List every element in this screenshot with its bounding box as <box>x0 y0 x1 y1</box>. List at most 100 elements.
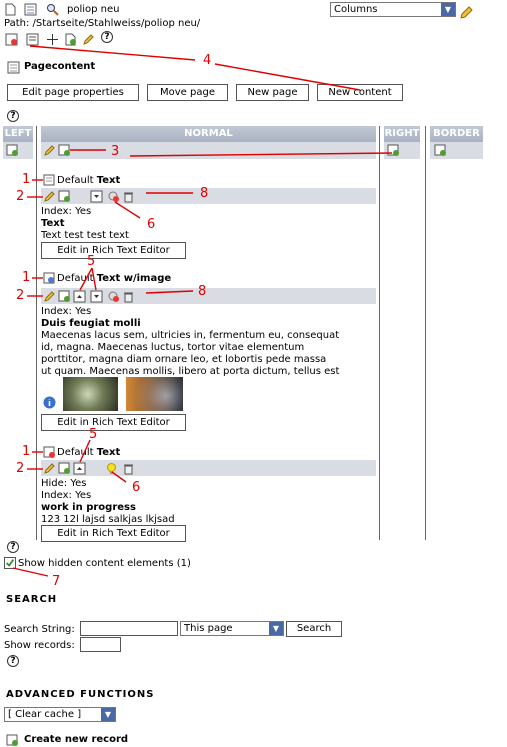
element-body-line: Maecenas lacus sem, ultricies in, fermen… <box>41 330 340 341</box>
help-icon[interactable]: ? <box>7 110 19 122</box>
edit-page-properties-button[interactable]: Edit page properties <box>7 84 139 101</box>
element-hide-status: Hide: Yes <box>41 478 87 489</box>
element-toolbar <box>41 460 376 476</box>
annotation-number: 7 <box>52 574 61 589</box>
column-border-header: BORDER <box>430 126 483 142</box>
pagecontent-icon <box>7 61 20 74</box>
hide-icon[interactable] <box>107 290 120 303</box>
page-icon <box>5 3 16 16</box>
annotation-number: 8 <box>200 186 209 201</box>
new-content-icon[interactable] <box>58 462 71 475</box>
edit-pencil-icon[interactable] <box>43 290 56 303</box>
new-content-button[interactable]: New content <box>317 84 403 101</box>
delete-icon[interactable] <box>122 290 135 303</box>
new-content-icon[interactable] <box>387 144 400 157</box>
page-info-icon[interactable] <box>26 33 39 46</box>
show-records-label: Show records: <box>4 640 75 651</box>
search-button[interactable]: Search <box>286 621 342 637</box>
annotation-number: 2 <box>16 461 25 476</box>
chevron-down-icon: ▼ <box>441 3 455 16</box>
annotation-number: 4 <box>203 53 212 68</box>
move-down-icon[interactable] <box>90 190 103 203</box>
annotation-number: 8 <box>198 284 207 299</box>
new-page-icon[interactable] <box>64 33 77 46</box>
element-body: Text test test text <box>41 230 129 241</box>
move-page-button[interactable]: Move page <box>147 84 228 101</box>
content-type-icon[interactable] <box>43 174 56 187</box>
new-content-icon[interactable] <box>6 144 19 157</box>
hide-icon[interactable] <box>107 190 120 203</box>
chevron-down-icon: ▼ <box>269 622 283 635</box>
rte-edit-button[interactable]: Edit in Rich Text Editor <box>41 414 186 431</box>
view-mode-value: Columns <box>334 4 378 15</box>
annotation-arrow-6 <box>114 201 141 219</box>
rte-edit-button[interactable]: Edit in Rich Text Editor <box>41 525 186 542</box>
edit-pencil-icon[interactable] <box>43 144 56 157</box>
search-section-title: SEARCH <box>6 594 58 605</box>
new-page-button[interactable]: New page <box>236 84 309 101</box>
help-icon[interactable]: ? <box>7 541 19 553</box>
section-title: Pagecontent <box>24 61 96 72</box>
annotation-number: 6 <box>132 480 141 495</box>
thumbnail-image <box>126 377 183 411</box>
move-down-icon[interactable] <box>90 290 103 303</box>
view-mode-select[interactable]: Columns ▼ <box>330 2 456 17</box>
search-input[interactable] <box>80 621 178 636</box>
content-type-label: Default Text <box>57 447 121 458</box>
new-content-icon[interactable] <box>58 290 71 303</box>
element-index: Index: Yes <box>41 490 92 501</box>
delete-icon[interactable] <box>122 462 135 475</box>
edit-pencil-icon[interactable] <box>43 462 56 475</box>
chevron-down-icon: ▼ <box>101 708 115 721</box>
element-body-line: id, magna. Maecenas luctus, tortor vitae… <box>41 342 305 353</box>
annotation-number: 2 <box>16 288 25 303</box>
create-record-link[interactable]: Create new record <box>24 734 128 746</box>
column-right-header: RIGHT <box>384 126 420 142</box>
page-title: poliop neu <box>67 4 120 15</box>
checkmark-icon <box>6 559 15 567</box>
new-content-icon[interactable] <box>434 144 447 157</box>
create-record-icon[interactable] <box>6 734 19 747</box>
show-hidden-label: Show hidden content elements (1) <box>18 558 191 569</box>
breadcrumb: Path: /Startseite/Stahlweiss/poliop neu/ <box>4 18 201 29</box>
pencil-icon[interactable] <box>459 6 473 20</box>
search-scope-select[interactable]: This page ▼ <box>180 621 284 636</box>
annotation-number: 5 <box>87 254 96 269</box>
list-view-icon[interactable] <box>24 3 37 16</box>
element-heading: Duis feugiat molli <box>41 318 141 329</box>
edit-page-pencil-icon[interactable] <box>82 33 95 46</box>
search-string-label: Search String: <box>4 624 75 635</box>
element-body-line: porttitor, magna diam ornare leo, et lob… <box>41 354 327 365</box>
show-records-input[interactable] <box>80 637 121 652</box>
clear-cache-select[interactable]: [ Clear cache ] ▼ <box>4 707 116 722</box>
element-heading: work in progress <box>41 502 136 513</box>
help-icon[interactable]: ? <box>7 655 19 667</box>
info-icon[interactable] <box>43 396 56 409</box>
content-type-image-icon[interactable] <box>43 272 56 285</box>
annotation-number: 3 <box>111 144 120 159</box>
element-index: Index: Yes <box>41 206 92 217</box>
help-icon[interactable]: ? <box>101 31 113 43</box>
new-content-icon[interactable] <box>58 144 71 157</box>
move-up-icon[interactable] <box>73 462 86 475</box>
search-scope-value: This page <box>184 623 233 634</box>
search-icon[interactable] <box>46 3 59 16</box>
element-heading: Text <box>41 218 65 229</box>
annotation-arrow-4 <box>29 45 196 61</box>
move-icon[interactable] <box>46 33 59 46</box>
rte-edit-button[interactable]: Edit in Rich Text Editor <box>41 242 186 259</box>
delete-icon[interactable] <box>122 190 135 203</box>
new-content-icon[interactable] <box>58 190 71 203</box>
view-page-icon[interactable] <box>5 33 18 46</box>
column-divider <box>425 126 426 540</box>
unhide-bulb-icon[interactable] <box>105 462 118 475</box>
advanced-section-title: ADVANCED FUNCTIONS <box>6 689 155 700</box>
annotation-number: 6 <box>147 217 156 232</box>
edit-pencil-icon[interactable] <box>43 190 56 203</box>
move-up-icon[interactable] <box>73 290 86 303</box>
content-type-hidden-icon[interactable] <box>43 446 56 459</box>
annotation-number: 1 <box>22 172 31 187</box>
content-type-label: Default Text <box>57 175 121 186</box>
content-type-label: Default Text w/image <box>57 273 172 284</box>
show-hidden-checkbox[interactable] <box>4 557 16 569</box>
